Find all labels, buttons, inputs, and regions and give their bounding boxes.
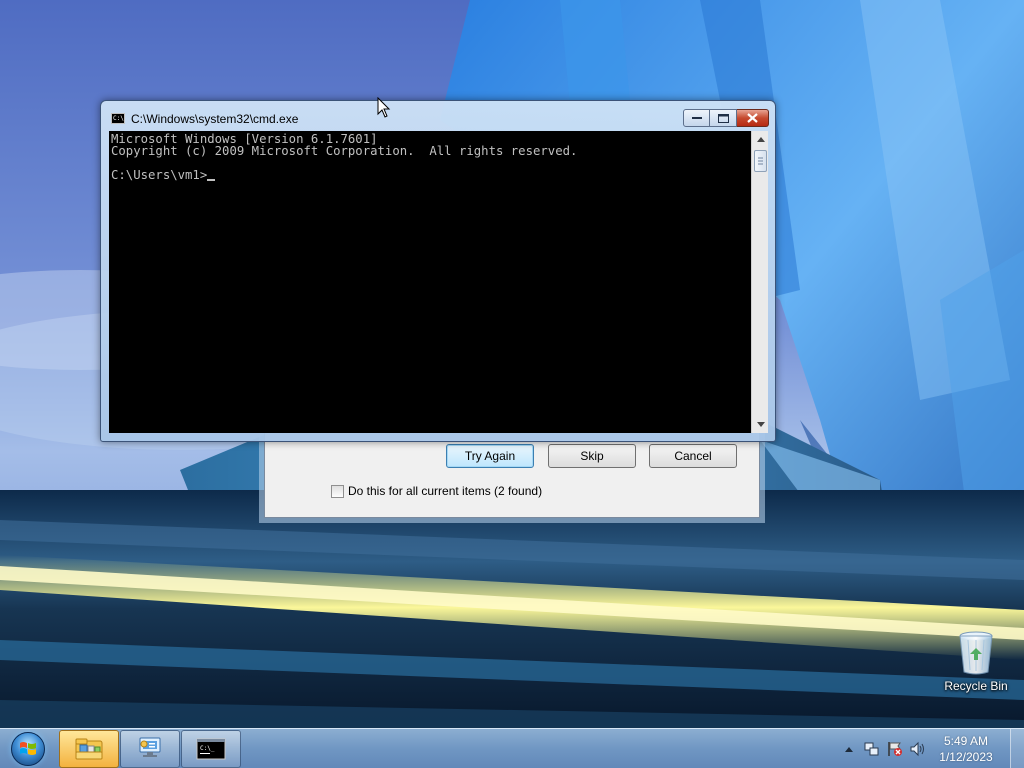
start-button[interactable] <box>3 730 53 768</box>
scroll-up-button[interactable] <box>752 131 769 148</box>
cmd-titlebar[interactable]: C:\ C:\Windows\system32\cmd.exe <box>101 101 775 131</box>
console-prompt: C:\Users\vm1> <box>111 168 208 182</box>
maximize-icon <box>717 113 729 123</box>
close-button[interactable] <box>737 109 769 127</box>
clock-time: 5:49 AM <box>943 734 989 748</box>
console-output[interactable]: Microsoft Windows [Version 6.1.7601] Copy… <box>109 131 751 433</box>
cmd-icon[interactable]: C:\ <box>111 113 125 124</box>
apply-to-all-checkbox[interactable] <box>331 484 344 498</box>
try-again-button[interactable]: Try Again <box>446 444 534 468</box>
network-tray-button[interactable] <box>863 740 881 758</box>
show-hidden-icons-button[interactable] <box>840 740 858 758</box>
network-control-icon <box>139 737 161 757</box>
apply-to-all-label[interactable]: Do this for all current items (2 found) <box>348 484 542 498</box>
text-cursor <box>207 171 216 181</box>
skip-button[interactable]: Skip <box>548 444 636 468</box>
folder-library-icon <box>75 738 103 760</box>
scroll-down-button[interactable] <box>752 416 769 433</box>
scroll-up-arrow-icon <box>756 137 765 142</box>
svg-text:C:\_: C:\_ <box>200 745 215 752</box>
chevron-up-icon <box>845 746 853 752</box>
clock-date: 1/12/2023 <box>939 750 993 764</box>
minimize-icon <box>691 117 702 119</box>
minimize-button[interactable] <box>683 109 710 127</box>
console-prompt-line: C:\Users\vm1> <box>111 169 749 181</box>
taskbar: C:\_ 5:49 AM 1/12/2023 <box>0 728 1024 768</box>
apply-to-all-row: Do this for all current items (2 found) <box>331 484 542 498</box>
scroll-thumb[interactable] <box>754 150 767 172</box>
taskbar-clock[interactable]: 5:49 AM 1/12/2023 <box>932 733 1000 765</box>
windows-orb-icon <box>11 732 45 766</box>
scroll-down-arrow-icon <box>756 422 765 427</box>
maximize-button[interactable] <box>710 109 737 127</box>
taskbar-cmd-button[interactable]: C:\_ <box>181 730 241 768</box>
volume-button[interactable] <box>909 740 927 758</box>
show-desktop-button[interactable] <box>1010 729 1024 768</box>
cmd-icon: C:\_ <box>196 738 226 760</box>
cancel-button[interactable]: Cancel <box>649 444 737 468</box>
caption-buttons <box>683 109 769 127</box>
cmd-window: C:\ C:\Windows\system32\cmd.exe Microsof… <box>100 100 776 442</box>
network-icon <box>864 742 879 756</box>
window-title: C:\Windows\system32\cmd.exe <box>131 112 299 126</box>
recycle-bin-label: Recycle Bin <box>944 679 1008 693</box>
close-icon <box>747 113 758 123</box>
taskbar-explorer-button[interactable] <box>59 730 119 768</box>
recycle-bin-icon <box>959 631 993 675</box>
action-center-button[interactable] <box>886 740 904 758</box>
volume-icon <box>910 741 924 757</box>
console-line: Copyright (c) 2009 Microsoft Corporation… <box>111 144 578 158</box>
mouse-pointer-icon <box>377 96 391 122</box>
taskbar-network-button[interactable] <box>120 730 180 768</box>
recycle-bin-shortcut[interactable]: Recycle Bin <box>940 630 1012 693</box>
grip-icon <box>758 157 763 165</box>
system-tray: 5:49 AM 1/12/2023 <box>840 729 1024 768</box>
vertical-scrollbar[interactable] <box>751 131 768 433</box>
action-center-icon <box>888 742 902 756</box>
